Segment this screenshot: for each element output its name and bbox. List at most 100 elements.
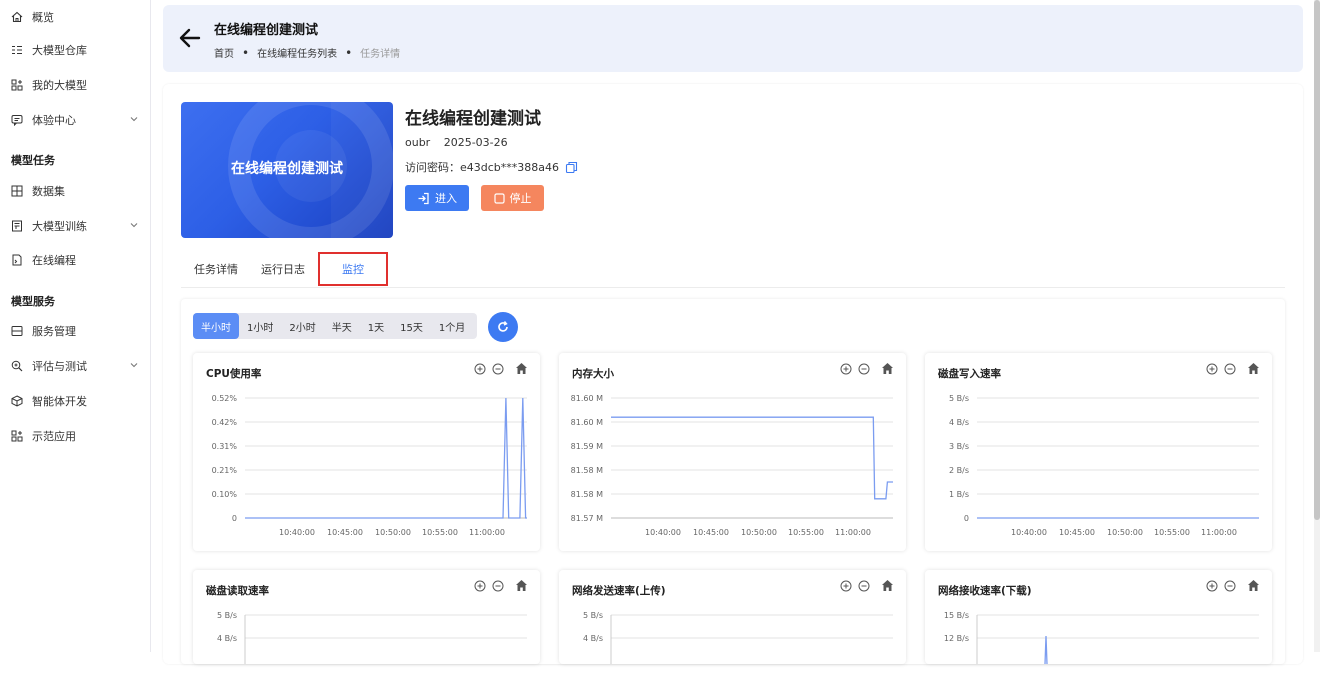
list-icon (11, 44, 25, 56)
y-tick-label: 1 B/s (949, 490, 969, 499)
y-tick-label: 2 B/s (949, 466, 969, 475)
range-1-hour[interactable]: 1小时 (239, 313, 281, 339)
page-header: 在线编程创建测试 首页 • 在线编程任务列表 • 任务详情 (163, 5, 1303, 72)
breadcrumb-task-list[interactable]: 在线编程任务列表 (257, 45, 337, 60)
range-1-month[interactable]: 1个月 (431, 313, 473, 339)
task-date: 2025-03-26 (443, 136, 508, 149)
sidebar-item-agent-dev[interactable]: 智能体开发 (11, 390, 141, 412)
sidebar-item-dataset[interactable]: 数据集 (11, 180, 141, 202)
chart-plot: 0 0.10% 0.21% 0.31% 0.42% 0.52% 10:40:00 10:45:… (212, 394, 527, 537)
range-half-day[interactable]: 半天 (324, 313, 360, 339)
sidebar-item-experience[interactable]: 体验中心 (11, 109, 141, 131)
y-tick-label: 5 B/s (949, 394, 969, 403)
sidebar-item-label: 示范应用 (32, 430, 76, 443)
monitor-panel: 半小时 1小时 2小时 半天 1天 15天 1个月 CPU使用率 0 0.10% 0.… (181, 299, 1285, 664)
x-tick-label: 10:55:00 (1154, 528, 1190, 537)
enter-button[interactable]: 进入 (405, 185, 469, 211)
x-tick-label: 11:00:00 (835, 528, 871, 537)
stop-button-label: 停止 (509, 193, 532, 205)
tab-bar: 任务详情 运行日志 监控 (181, 252, 1285, 288)
password-label: 访问密码： (405, 161, 460, 174)
sidebar-item-demo-apps[interactable]: 示范应用 (11, 425, 141, 447)
sidebar-item-online-coding[interactable]: 在线编程 (11, 249, 141, 271)
scrollbar-thumb[interactable] (1314, 0, 1320, 520)
breadcrumb-separator: • (242, 45, 250, 60)
x-tick-label: 11:00:00 (469, 528, 505, 537)
breadcrumb-home[interactable]: 首页 (214, 45, 234, 60)
train-icon (11, 220, 25, 232)
stop-button[interactable]: 停止 (481, 185, 544, 211)
y-tick-label: 5 B/s (583, 611, 603, 620)
sidebar-item-label: 大模型仓库 (32, 44, 87, 57)
chart-card: 网络接收速率(下载) 12 B/s 15 B/s (925, 570, 1272, 664)
access-password: 访问密码： e43dcb***388a46 (405, 159, 578, 175)
zoom-icon (11, 360, 25, 372)
x-tick-label: 10:40:00 (279, 528, 315, 537)
series-line (1044, 635, 1048, 664)
grid-plus-icon (11, 79, 25, 91)
sidebar-item-label: 我的大模型 (32, 79, 87, 92)
sidebar-item-label: 概览 (32, 11, 54, 24)
y-tick-label: 0 (232, 514, 237, 523)
y-tick-label: 81.58 M (571, 490, 603, 499)
chart-card: 磁盘写入速率 0 1 B/s 2 B/s 3 B/s 4 B/s 5 B/s 10:40:00… (925, 353, 1272, 551)
y-tick-label: 4 B/s (217, 634, 237, 643)
chevron-down-icon (129, 360, 139, 373)
stop-icon (493, 192, 505, 204)
y-tick-label: 3 B/s (949, 442, 969, 451)
cover-title: 在线编程创建测试 (231, 161, 343, 177)
y-tick-label: 4 B/s (949, 418, 969, 427)
tab-task-detail[interactable]: 任务详情 (181, 252, 251, 286)
range-1-day[interactable]: 1天 (360, 313, 392, 339)
login-icon (418, 192, 429, 204)
back-arrow-icon[interactable] (177, 25, 203, 51)
sidebar-item-service-management[interactable]: 服务管理 (11, 320, 141, 342)
tab-run-log[interactable]: 运行日志 (253, 252, 313, 286)
time-range-selector: 半小时 1小时 2小时 半天 1天 15天 1个月 (193, 313, 477, 339)
sidebar-item-label: 服务管理 (32, 325, 76, 338)
chart-card: CPU使用率 0 0.10% 0.21% 0.31% 0.42% 0.52% 10:40:00… (193, 353, 540, 551)
y-tick-label: 81.60 M (571, 394, 603, 403)
sidebar: 概览 大模型仓库 我的大模型 体验中心 模型任务 数据集 大模型训练 在线编程 … (0, 0, 151, 652)
cube-icon (11, 395, 25, 407)
chart-plot: 4 B/s 5 B/s (217, 611, 527, 664)
x-tick-label: 10:40:00 (645, 528, 681, 537)
chart-plot: 81.57 M 81.58 M 81.58 M 81.59 M 81.60 M 81.60… (571, 394, 893, 537)
x-tick-label: 10:45:00 (327, 528, 363, 537)
series-line (611, 416, 893, 500)
sidebar-item-label: 在线编程 (32, 254, 76, 267)
series-line (245, 397, 527, 519)
sidebar-group-model-services: 模型服务 (11, 295, 55, 308)
sidebar-item-label: 评估与测试 (32, 360, 87, 373)
y-tick-label: 0.10% (212, 490, 238, 499)
sidebar-item-model-training[interactable]: 大模型训练 (11, 215, 141, 237)
range-15-days[interactable]: 15天 (392, 313, 431, 339)
password-value: e43dcb***388a46 (460, 160, 560, 174)
copy-icon[interactable] (565, 161, 578, 174)
breadcrumb-current: 任务详情 (360, 49, 401, 60)
sidebar-item-evaluation[interactable]: 评估与测试 (11, 355, 141, 377)
y-tick-label: 81.60 M (571, 418, 603, 427)
sidebar-item-my-models[interactable]: 我的大模型 (11, 74, 141, 96)
chart-plot: 12 B/s 15 B/s (944, 611, 1259, 664)
x-tick-label: 10:50:00 (741, 528, 777, 537)
page-scrollbar[interactable] (1314, 0, 1320, 652)
y-tick-label: 81.59 M (571, 442, 603, 451)
x-tick-label: 10:45:00 (1059, 528, 1095, 537)
chart-card: 网络发送速率(上传) 4 B/s 5 B/s (559, 570, 906, 664)
range-2-hours[interactable]: 2小时 (281, 313, 323, 339)
chevron-down-icon (129, 114, 139, 127)
tab-monitor[interactable]: 监控 (318, 252, 388, 286)
task-cover-image: 在线编程创建测试 (181, 102, 393, 238)
y-tick-label: 0 (964, 514, 969, 523)
y-tick-label: 0.31% (212, 442, 238, 451)
task-meta: oubr 2025-03-26 (405, 136, 518, 149)
sidebar-item-overview[interactable]: 概览 (11, 6, 141, 28)
chart-card: 内存大小 81.57 M 81.58 M 81.58 M 81.59 M 81.60 M8… (559, 353, 906, 551)
refresh-button[interactable] (488, 312, 518, 342)
sidebar-group-model-tasks: 模型任务 (11, 154, 55, 167)
sidebar-item-model-repo[interactable]: 大模型仓库 (11, 39, 141, 61)
task-user: oubr (405, 136, 431, 149)
sidebar-item-label: 大模型训练 (32, 220, 87, 233)
range-half-hour[interactable]: 半小时 (193, 313, 239, 339)
